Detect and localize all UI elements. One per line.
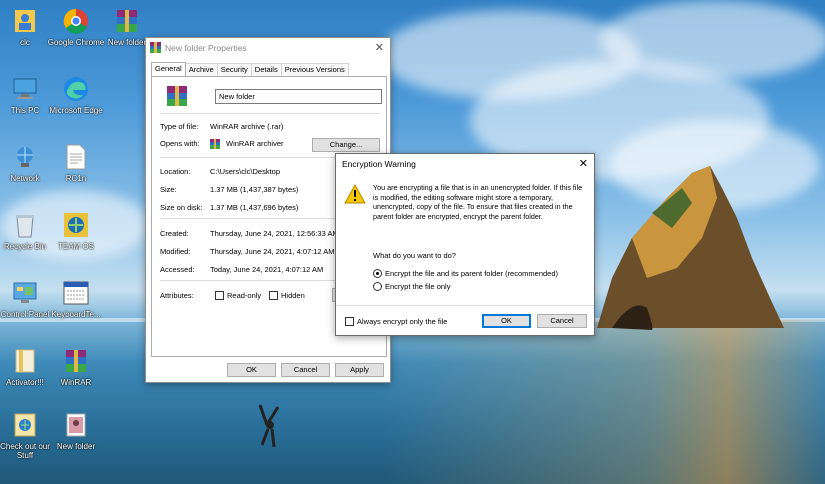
tab-previous-versions[interactable]: Previous Versions bbox=[280, 63, 349, 76]
warning-icon bbox=[344, 183, 366, 206]
winrar-app-icon bbox=[210, 139, 220, 151]
winrar-icon bbox=[61, 346, 91, 376]
desktop-icon-newfolder-bottom[interactable]: New folder bbox=[47, 410, 105, 451]
computer-icon bbox=[10, 74, 40, 104]
desktop-icon-keyboardtest[interactable]: KeyboardTe... bbox=[47, 278, 105, 319]
desktop-icon-checkout[interactable]: Check out our Stuff bbox=[0, 410, 54, 460]
apply-button[interactable]: Apply bbox=[335, 363, 384, 377]
desktop-icon-edge[interactable]: Microsoft Edge bbox=[47, 74, 105, 115]
readonly-checkbox[interactable] bbox=[215, 291, 224, 300]
option-encrypt-file-only-radio[interactable] bbox=[373, 282, 382, 291]
user-folder-icon bbox=[10, 6, 40, 36]
tab-archive[interactable]: Archive bbox=[184, 63, 218, 76]
desktop-icon-recyclebin[interactable]: Recycle Bin bbox=[0, 210, 54, 251]
desktop-icon-activator[interactable]: Activator!!! bbox=[0, 346, 54, 387]
web-shortcut-icon bbox=[10, 410, 40, 440]
archive-large-icon bbox=[166, 85, 188, 109]
desktop-icon-teamos[interactable]: TEAM OS bbox=[47, 210, 105, 251]
warning-message: You are encrypting a file that is in an … bbox=[373, 183, 583, 221]
hidden-checkbox[interactable] bbox=[269, 291, 278, 300]
tab-details[interactable]: Details bbox=[250, 63, 282, 76]
desktop-icon-rc1n[interactable]: RC1n bbox=[47, 142, 105, 183]
properties-title: New folder Properties bbox=[165, 43, 247, 53]
hidden-label: Hidden bbox=[281, 291, 305, 300]
desktop-icon-user[interactable]: clc bbox=[0, 6, 54, 47]
desktop-icon-thispc[interactable]: This PC bbox=[0, 74, 54, 115]
network-icon bbox=[10, 142, 40, 172]
cancel-button[interactable]: Cancel bbox=[281, 363, 330, 377]
always-encrypt-checkbox[interactable] bbox=[345, 317, 354, 326]
cancel-button[interactable]: Cancel bbox=[537, 314, 587, 328]
ok-button[interactable]: OK bbox=[227, 363, 276, 377]
close-icon[interactable]: ✕ bbox=[375, 41, 384, 54]
option-encrypt-file-only-label: Encrypt the file only bbox=[385, 282, 451, 291]
option-encrypt-file-and-folder-label: Encrypt the file and its parent folder (… bbox=[385, 269, 559, 278]
desktop-icon-controlpanel[interactable]: Control Panel bbox=[0, 278, 54, 319]
warning-title: Encryption Warning bbox=[342, 159, 416, 169]
winrar-small-icon bbox=[150, 41, 161, 55]
question-text: What do you want to do? bbox=[373, 251, 456, 260]
keyboard-app-icon bbox=[61, 278, 91, 308]
close-icon[interactable]: ✕ bbox=[579, 157, 588, 170]
chrome-icon bbox=[61, 6, 91, 36]
ok-button[interactable]: OK bbox=[482, 314, 531, 328]
properties-tabs: General Archive Security Details Previou… bbox=[151, 62, 349, 76]
teamos-icon bbox=[61, 210, 91, 240]
readonly-label: Read-only bbox=[227, 291, 262, 300]
encryption-warning-dialog: Encryption Warning ✕ You are encrypting … bbox=[335, 153, 595, 336]
text-file-icon bbox=[61, 142, 91, 172]
control-panel-icon bbox=[10, 278, 40, 308]
warning-titlebar[interactable]: Encryption Warning ✕ bbox=[336, 154, 594, 174]
desktop-icon-chrome[interactable]: Google Chrome bbox=[47, 6, 105, 47]
diver-silhouette bbox=[258, 404, 280, 448]
divider bbox=[336, 305, 594, 306]
edge-icon bbox=[61, 74, 91, 104]
recycle-bin-icon bbox=[10, 210, 40, 240]
winrar-archive-icon bbox=[112, 6, 142, 36]
sea-reflection bbox=[380, 320, 825, 484]
cloud bbox=[600, 0, 825, 80]
tab-general[interactable]: General bbox=[151, 62, 186, 76]
name-field[interactable]: New folder bbox=[215, 89, 382, 104]
image-file-icon bbox=[61, 410, 91, 440]
always-encrypt-label: Always encrypt only the file bbox=[357, 317, 448, 326]
folder-icon bbox=[10, 346, 40, 376]
tab-security[interactable]: Security bbox=[216, 63, 252, 76]
divider bbox=[160, 113, 380, 114]
desktop-icon-winrar[interactable]: WinRAR bbox=[47, 346, 105, 387]
desktop-icon-network[interactable]: Network bbox=[0, 142, 54, 183]
option-encrypt-file-and-folder-radio[interactable] bbox=[373, 269, 382, 278]
rock-arch-image bbox=[597, 166, 784, 330]
change-button[interactable]: Change... bbox=[312, 138, 380, 152]
properties-titlebar[interactable]: New folder Properties ✕ bbox=[146, 38, 390, 58]
